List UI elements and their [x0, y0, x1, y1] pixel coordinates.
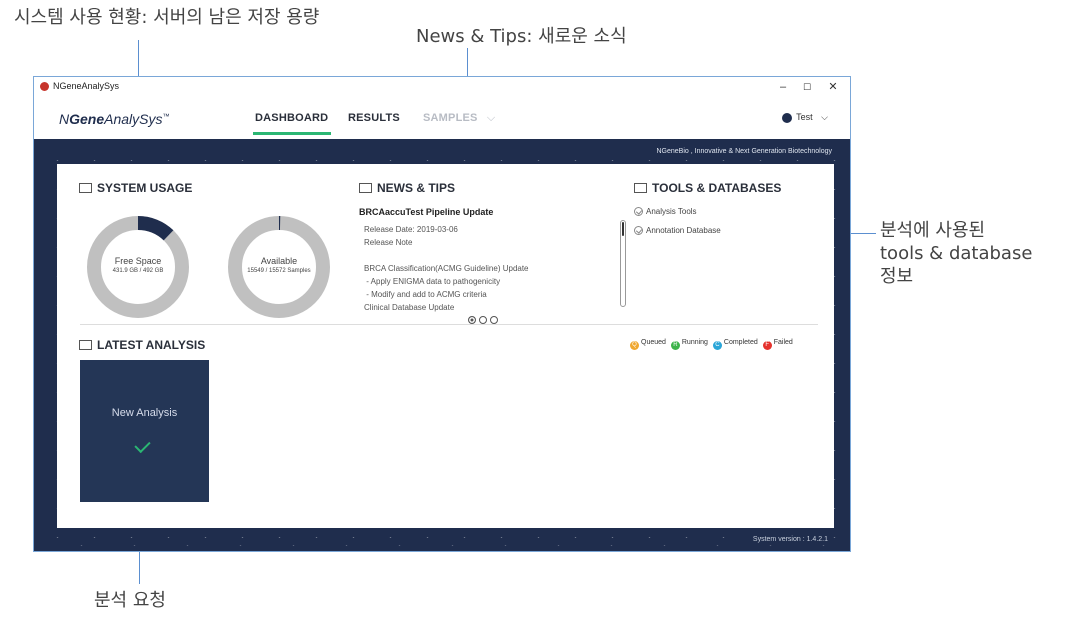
status-legend: Q Queued R Running C Completed F Failed	[630, 339, 796, 350]
user-chevron-icon: ⌵	[821, 112, 828, 122]
news-line	[364, 249, 564, 262]
tool-item-label: Annotation Database	[646, 226, 721, 235]
tool-item-analysis-tools[interactable]: Analysis Tools	[634, 207, 697, 216]
news-line: Clinical Database Update	[364, 303, 455, 312]
news-title-text: NEWS & TIPS	[377, 181, 456, 195]
news-line: Release Note	[364, 238, 413, 247]
system-version: System version : 1.4.2.1	[752, 536, 828, 543]
legend-failed: F Failed	[762, 339, 793, 350]
news-body: Release Date: 2019-03-06 Release Note BR…	[364, 223, 564, 312]
app-logo-icon	[40, 82, 49, 91]
brand-prefix: N	[59, 111, 70, 127]
failed-status-icon: F	[762, 341, 772, 350]
check-icon	[134, 436, 151, 454]
new-analysis-button[interactable]: New Analysis	[80, 360, 209, 502]
tab-samples-label: SAMPLES	[423, 112, 478, 124]
free-space-value: 431.9 GB / 492 GB	[112, 268, 164, 274]
brand-logo: NGeneAnalySys™	[59, 111, 170, 127]
available-value: 15549 / 15572 Samples	[247, 268, 311, 274]
chevron-down-icon: ⌵	[486, 112, 496, 124]
brand-tm: ™	[162, 113, 170, 121]
legend-queued: Q Queued	[630, 339, 666, 350]
tab-samples[interactable]: SAMPLES ⌵	[423, 112, 495, 125]
news-page-dot-2[interactable]	[479, 316, 487, 324]
news-line: - Modify and add to ACMG criteria	[364, 290, 487, 299]
news-headline: BRCAaccuTest Pipeline Update	[359, 207, 494, 217]
check-circle-icon	[634, 226, 643, 235]
callout-tools-db: 분석에 사용된 tools & database 정보	[880, 219, 1032, 288]
maximize-button[interactable]: ☐	[796, 79, 818, 95]
callout-system-usage: 시스템 사용 현황: 서버의 남은 저장 용량	[14, 7, 320, 28]
legend-label: Running	[681, 339, 708, 346]
news-line: Release Date: 2019-03-06	[364, 225, 458, 234]
tab-dashboard[interactable]: DASHBOARD	[252, 112, 332, 135]
tools-title-text: TOOLS & DATABASES	[652, 181, 782, 195]
system-usage-title-text: SYSTEM USAGE	[97, 181, 193, 195]
system-usage-title: SYSTEM USAGE	[79, 181, 192, 195]
tools-scrollbar[interactable]	[620, 220, 626, 307]
dashboard-panel: SYSTEM USAGE Free Space 431.9 GB / 492 G…	[57, 164, 834, 528]
legend-label: Queued	[641, 339, 666, 346]
close-button[interactable]: ✕	[822, 79, 844, 95]
latest-title-text: LATEST ANALYSIS	[97, 338, 206, 352]
free-space-used-arc	[137, 216, 174, 241]
news-page-dot-3[interactable]	[490, 316, 498, 324]
completed-status-icon: C	[712, 341, 722, 350]
new-analysis-label: New Analysis	[111, 407, 178, 419]
database-icon	[634, 183, 647, 193]
callout-request: 분석 요청	[94, 590, 166, 611]
analysis-icon	[79, 340, 92, 350]
free-space-label: Free Space 431.9 GB / 492 GB	[86, 256, 190, 274]
tools-title: TOOLS & DATABASES	[634, 181, 781, 195]
available-title: Available	[260, 256, 298, 266]
running-status-icon: R	[670, 341, 680, 350]
user-icon	[782, 112, 793, 123]
dashboard-background: NGeneBio , Innovative & Next Generation …	[34, 139, 850, 551]
minimize-button[interactable]: –	[772, 79, 794, 95]
legend-label: Failed	[773, 339, 793, 346]
check-circle-icon	[634, 207, 643, 216]
callout-tools-db-line2: tools & database	[880, 243, 1033, 264]
tab-results[interactable]: RESULTS	[348, 112, 400, 124]
brand-bold: Gene	[69, 111, 105, 127]
legend-running: R Running	[670, 339, 708, 350]
news-pager	[468, 311, 501, 329]
news-line: - Apply ENIGMA data to pathogenicity	[364, 277, 501, 286]
section-divider	[80, 324, 818, 325]
available-label: Available 15549 / 15572 Samples	[225, 256, 333, 274]
title-bar: NGeneAnalySys – ☐ ✕	[34, 77, 850, 97]
window-title: NGeneAnalySys	[53, 81, 120, 91]
brand-suffix: AnalySys	[104, 111, 163, 127]
tools-scrollbar-thumb[interactable]	[622, 222, 624, 236]
callout-tools-db-line3: 정보	[880, 266, 914, 287]
latest-title: LATEST ANALYSIS	[79, 338, 205, 352]
app-window: NGeneAnalySys – ☐ ✕ NGeneAnalySys™ DASHB…	[33, 76, 851, 552]
user-menu[interactable]: Test ⌵	[782, 112, 828, 123]
news-page-dot-1[interactable]	[468, 316, 476, 324]
tool-item-label: Analysis Tools	[646, 207, 697, 216]
queued-status-icon: Q	[630, 341, 639, 350]
callout-news-tips: News & Tips: 새로운 소식	[416, 26, 627, 47]
monitor-icon	[79, 183, 92, 193]
company-tagline: NGeneBio , Innovative & Next Generation …	[656, 148, 833, 155]
free-space-title: Free Space	[114, 256, 162, 266]
user-name: Test	[796, 112, 813, 122]
callout-tools-db-line1: 분석에 사용된	[880, 220, 986, 241]
newspaper-icon	[359, 183, 372, 193]
top-nav: NGeneAnalySys™ DASHBOARD RESULTS SAMPLES…	[34, 97, 850, 139]
news-line: BRCA Classification(ACMG Guideline) Upda…	[364, 264, 529, 273]
legend-completed: C Completed	[712, 339, 758, 350]
tool-item-annotation-db[interactable]: Annotation Database	[634, 226, 721, 235]
news-title: NEWS & TIPS	[359, 181, 455, 195]
legend-label: Completed	[723, 339, 758, 346]
